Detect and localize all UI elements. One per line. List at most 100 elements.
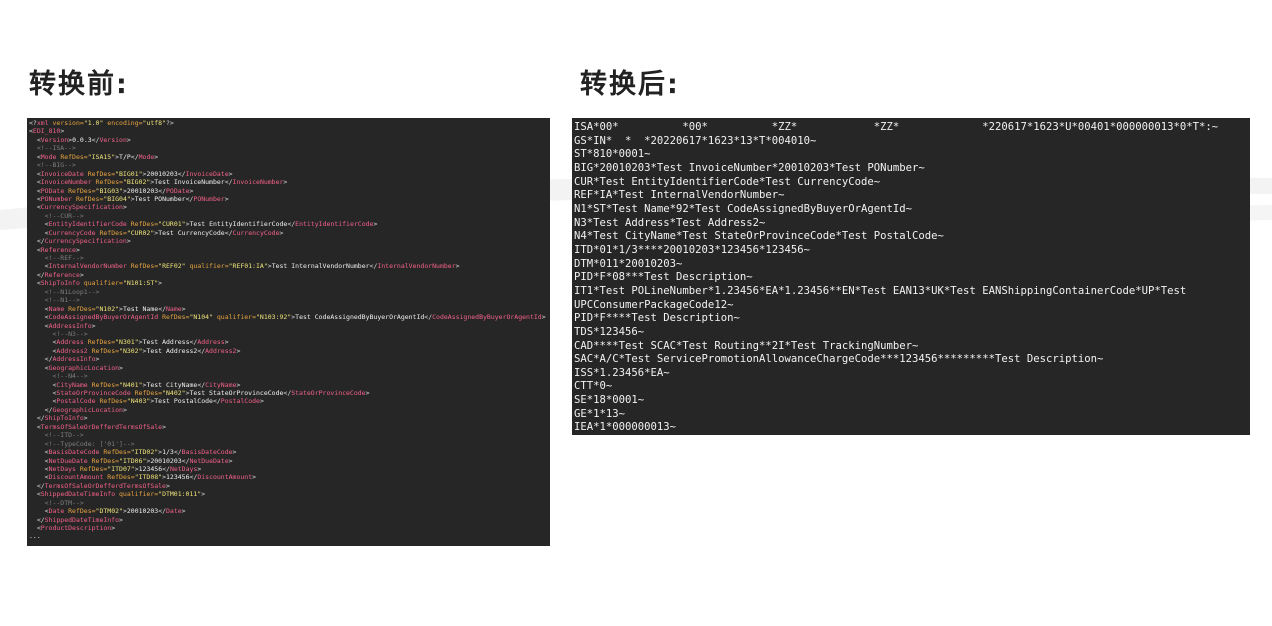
xml-token: >: [236, 380, 241, 389]
xml-token: Address2: [56, 346, 88, 355]
xml-token: "N102": [95, 304, 120, 313]
xml-token: Name: [166, 304, 182, 313]
xml-token: <: [29, 262, 49, 271]
xml-code-line: <GeographicLocation>: [29, 364, 550, 372]
edi-code-line: N1*ST*Test Name*92*Test CodeAssignedByBu…: [574, 202, 913, 215]
xml-token: </: [287, 220, 296, 229]
xml-token: </: [29, 237, 45, 246]
xml-token: <: [29, 186, 41, 195]
xml-token: "N101:ST": [122, 279, 159, 288]
xml-token: <!--REF-->: [29, 254, 84, 262]
xml-token: <: [29, 490, 41, 499]
xml-code-line: <InternalVendorNumber RefDes="REF02" qua…: [29, 262, 550, 270]
xml-token: <: [29, 346, 57, 355]
xml-token: "N301": [115, 338, 139, 347]
xml-code-line: <DiscountAmount RefDes="ITD08">123456</D…: [29, 473, 550, 481]
xml-token: >: [122, 203, 127, 212]
xml-token: </: [29, 515, 45, 524]
xml-token: <: [29, 279, 41, 288]
xml-token: PONumber: [40, 194, 73, 203]
xml-token: "N302": [119, 346, 143, 355]
xml-token: AddressInfo: [48, 321, 92, 330]
xml-token: CurrencySpecification: [44, 237, 127, 246]
xml-token: "BIG02": [122, 178, 151, 187]
xml-token: InvoiceDate: [185, 169, 229, 178]
xml-token: >: [165, 481, 170, 490]
xml-token: </: [158, 507, 167, 516]
xml-token: "BIG01": [115, 169, 143, 178]
xml-token: Address: [56, 338, 84, 347]
xml-code-line: <Reference>: [29, 246, 550, 254]
xml-token: >: [119, 515, 123, 524]
xml-token: >: [236, 346, 241, 355]
xml-token: </: [29, 481, 45, 490]
xml-token: CurrencyCode: [232, 228, 280, 237]
xml-token: >: [75, 245, 80, 254]
xml-token: RefDes=: [158, 313, 190, 322]
xml-code-line: <CurrencySpecification>: [29, 203, 550, 211]
xml-token: Test InvoiceNumber: [154, 178, 225, 187]
xml-token: Version: [40, 135, 69, 144]
xml-token: </: [224, 178, 233, 187]
xml-token: "ITD02": [130, 448, 159, 457]
xml-code-line: <!--ITD-->: [29, 431, 550, 439]
xml-token: "REF01:IA": [228, 262, 268, 271]
xml-token: EntityIdentifierCode: [295, 220, 374, 229]
xml-code-line: <PODate RefDes="BIG03">20010203</PODate>: [29, 187, 550, 195]
xml-token: T/P: [119, 152, 131, 161]
xml-code-line: <!--N1-->: [29, 296, 550, 304]
xml-token: >: [122, 405, 127, 414]
edi-code-line: ISA*00* *00* *ZZ* *ZZ* *220617*1623*U*00…: [574, 121, 1219, 133]
xml-token: </: [224, 228, 233, 237]
xml-code-line: <ShippedDateTimeInfo qualifier="DTM01:01…: [29, 490, 550, 498]
xml-token: qualifier=: [79, 279, 123, 288]
edi-code-line: N4*Test CityName*Test StateOrProvinceCod…: [574, 230, 944, 243]
xml-code-line: <NetDays RefDes="ITD07">123456</NetDays>: [29, 465, 550, 473]
xml-token: >: [201, 490, 206, 499]
edi-code-block: ISA*00* *00* *ZZ* *ZZ* *220617*1623*U*00…: [572, 118, 1250, 435]
xml-token: ?>: [166, 119, 174, 127]
xml-token: RefDes=: [64, 304, 96, 313]
xml-code-line: <StateOrProvinceCode RefDes="N402">Test …: [29, 389, 550, 397]
xml-token: Test PostalCode: [154, 397, 213, 406]
xml-token: DiscountAmount: [197, 473, 253, 482]
xml-code-line: <BasisDateCode RefDes="ITD02">1/3</Basis…: [29, 448, 550, 456]
xml-token: >: [79, 270, 84, 279]
xml-token: Mode: [138, 152, 155, 161]
xml-token: ...: [29, 532, 41, 541]
xml-token: >: [197, 464, 202, 473]
edi-code-line: GS*IN* * *20220617*1623*13*T*004010~: [574, 134, 817, 147]
xml-token: PostalCode: [220, 397, 260, 406]
xml-token: StateOrProvinceCode: [56, 389, 131, 397]
edi-code-line: DTM*011*20010203~: [574, 257, 683, 270]
xml-token: >: [232, 448, 237, 457]
xml-token: </: [130, 152, 139, 161]
xml-token: >: [154, 152, 159, 161]
xml-token: >: [83, 414, 88, 423]
xml-token: </: [173, 448, 182, 457]
xml-token: <: [29, 169, 41, 178]
after-conversion-title: 转换后:: [580, 69, 680, 100]
edi-code-line: SE*18*0001~: [574, 394, 645, 407]
xml-token: </: [29, 414, 45, 423]
xml-token: EntityIdentifierCode: [48, 220, 127, 229]
xml-token: <: [29, 380, 57, 389]
xml-token: RefDes=: [99, 448, 131, 457]
xml-token: >: [279, 228, 284, 237]
edi-code-line: PID*F*08***Test Description~: [574, 271, 753, 284]
xml-token: <: [29, 397, 57, 406]
xml-token: RefDes=: [130, 389, 163, 397]
xml-token: Test StateOrProvinceCode: [189, 389, 284, 397]
edi-code-line: PID*F****Test Description~: [574, 312, 740, 325]
xml-token: RefDes=: [64, 507, 96, 516]
xml-token: <!--N3-->: [29, 329, 88, 338]
xml-token: "DTM01:011": [158, 490, 202, 499]
xml-token: Test PONumber: [134, 194, 186, 203]
xml-token: RefDes=: [87, 380, 120, 389]
xml-token: >: [119, 363, 123, 372]
xml-token: Mode: [40, 152, 57, 161]
xml-code-line: <Name RefDes="N102">Test Name</Name>: [29, 305, 550, 313]
xml-token: >: [189, 186, 194, 195]
xml-token: 20010203: [146, 169, 178, 178]
xml-code-line: <!--REF-->: [29, 254, 550, 262]
